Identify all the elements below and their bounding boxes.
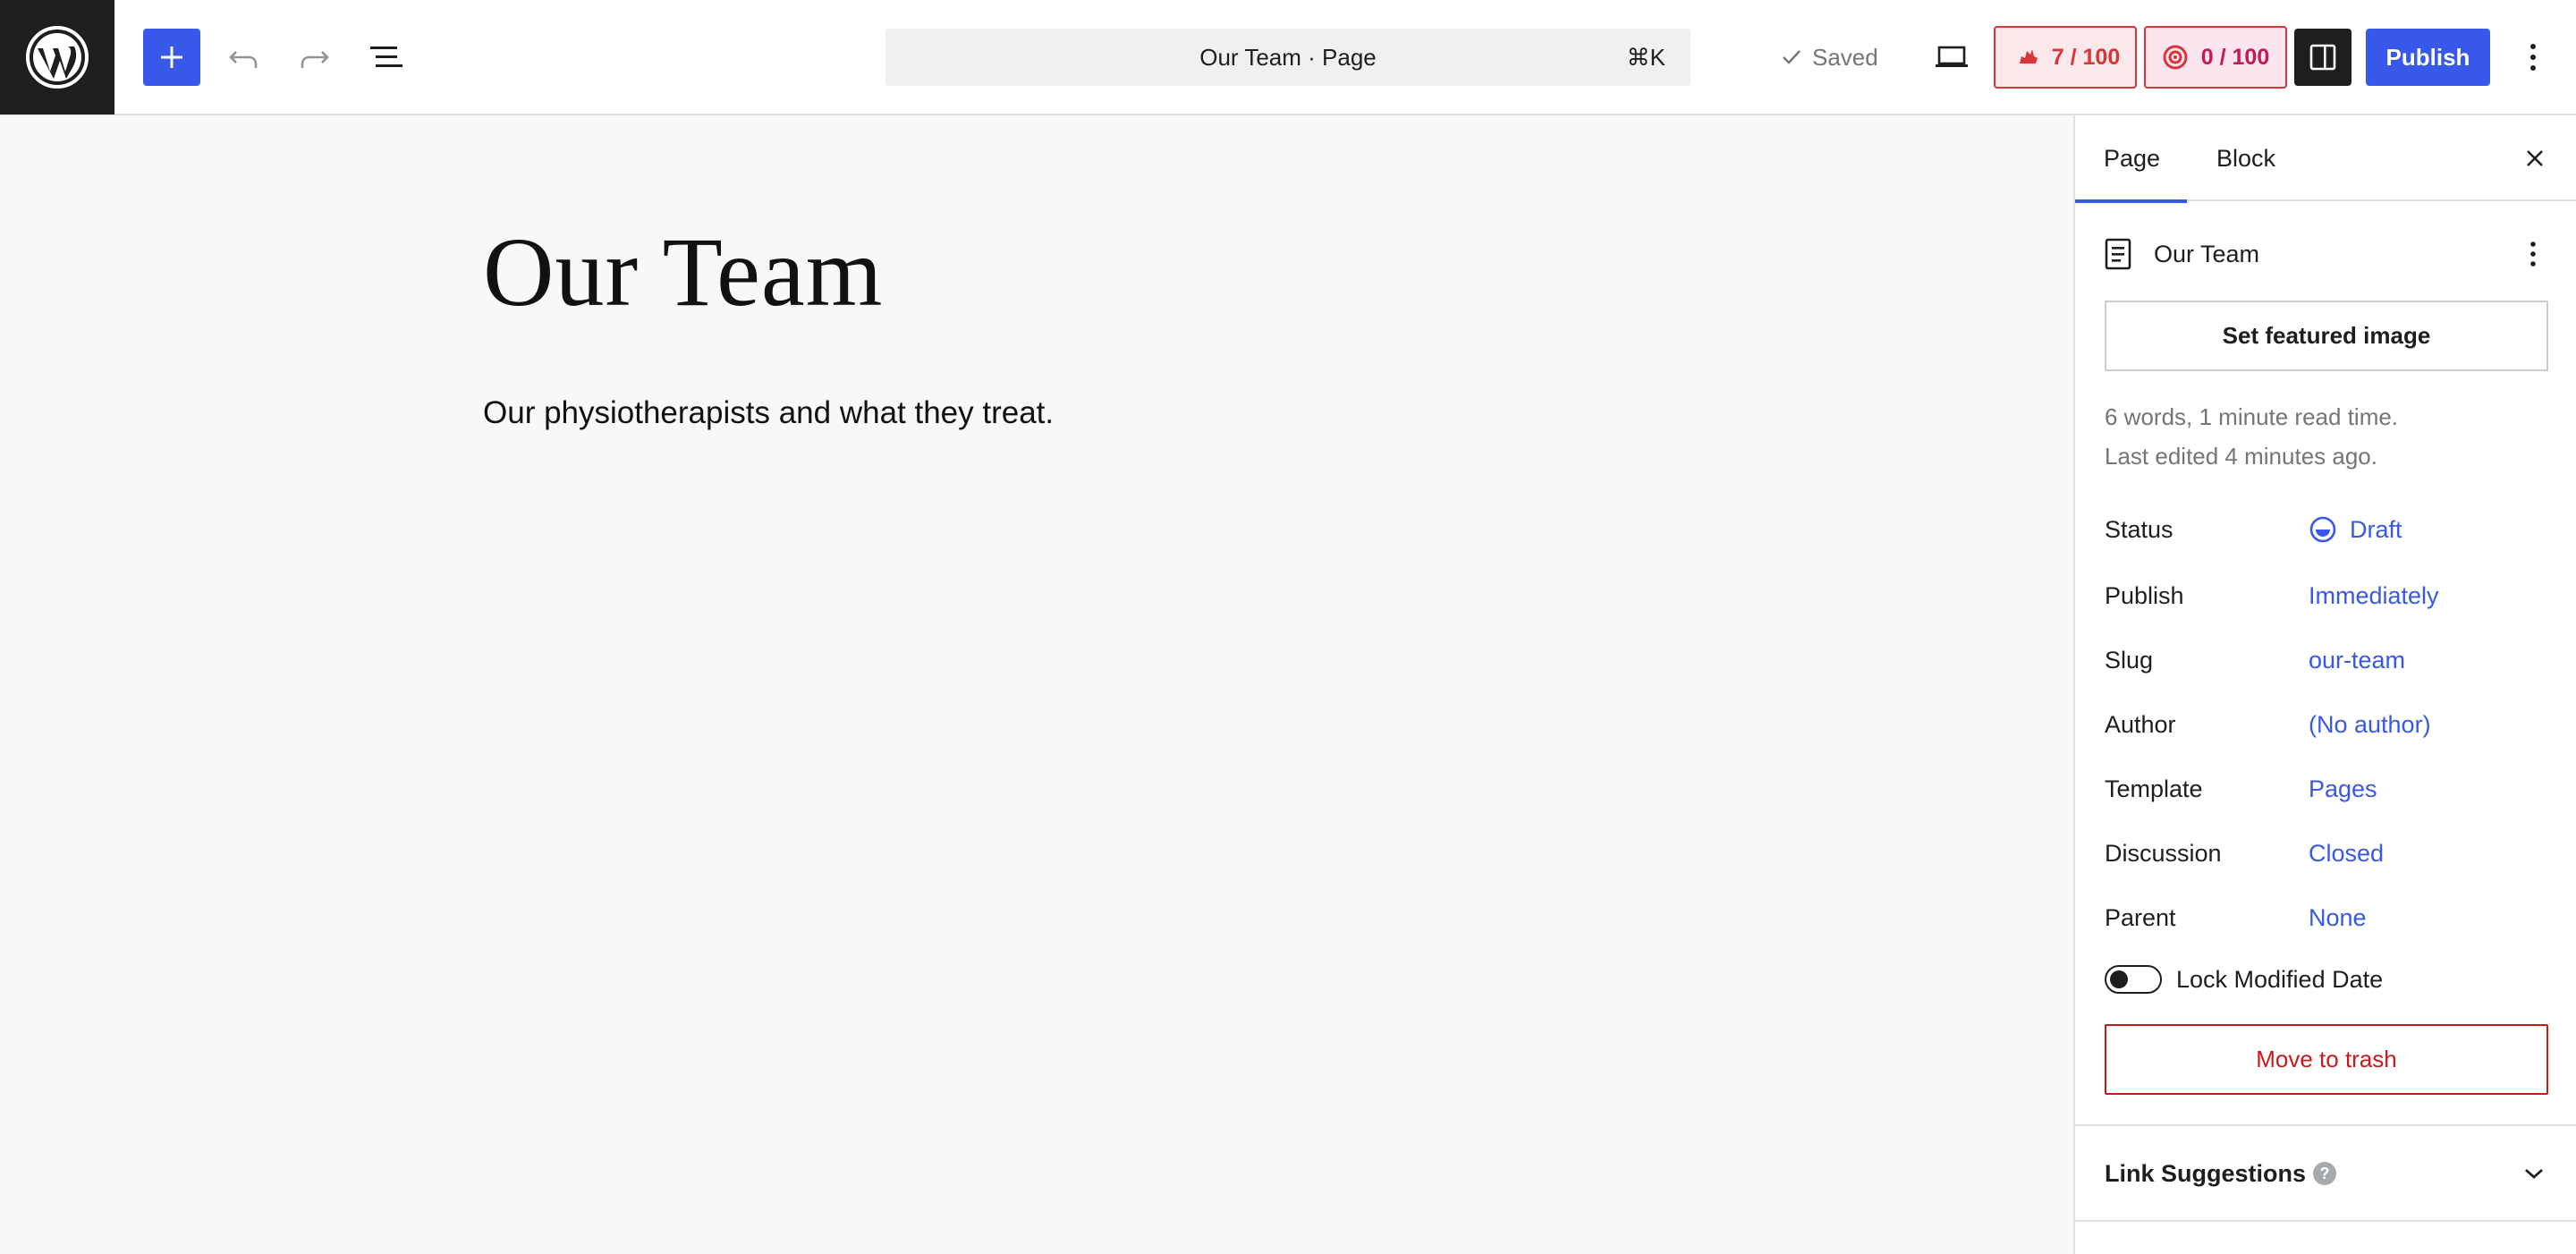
redo-button[interactable] xyxy=(286,29,343,86)
lock-modified-date-label: Lock Modified Date xyxy=(2176,965,2384,993)
seo-bars-icon xyxy=(2012,49,2038,64)
help-icon[interactable]: ? xyxy=(2313,1162,2337,1185)
document-overview-button[interactable] xyxy=(358,29,415,86)
paragraph-block[interactable]: Our physiotherapists and what they treat… xyxy=(483,395,1054,431)
publish-label: Publish xyxy=(2105,581,2184,609)
undo-button[interactable] xyxy=(215,29,272,86)
lock-modified-date-row: Lock Modified Date xyxy=(2105,957,2383,1002)
publish-button[interactable]: Publish xyxy=(2366,29,2490,86)
chevron-down-icon xyxy=(2516,1151,2552,1196)
status-value-button[interactable]: Draft xyxy=(2309,515,2402,544)
options-menu-button[interactable] xyxy=(2504,29,2562,86)
status-value: Draft xyxy=(2350,515,2402,543)
sidebar-tabs: Page Block xyxy=(2074,115,2576,203)
slug-label: Slug xyxy=(2105,646,2154,674)
slug-row: Slug our-team xyxy=(2105,638,2552,682)
editor-header: Our Team · Page ⌘K Saved 7 / 100 0 / 100 xyxy=(0,0,2576,115)
slug-button[interactable]: our-team xyxy=(2309,647,2405,674)
author-row: Author (No author) xyxy=(2105,702,2552,747)
readability-score-value: 0 / 100 xyxy=(2200,44,2270,70)
author-button[interactable]: (No author) xyxy=(2309,711,2431,739)
template-label: Template xyxy=(2105,775,2203,802)
add-block-button[interactable] xyxy=(143,29,200,86)
move-to-trash-button[interactable]: Move to trash xyxy=(2105,1024,2548,1095)
discussion-label: Discussion xyxy=(2105,839,2222,867)
preview-button[interactable] xyxy=(1923,29,1980,86)
template-button[interactable]: Pages xyxy=(2309,775,2377,803)
document-header: Our Team xyxy=(2104,232,2551,276)
settings-sidebar: Page Block Our Team Set featured image 6… xyxy=(2073,115,2576,1254)
settings-sidebar-toggle[interactable] xyxy=(2294,29,2351,86)
panel-divider xyxy=(2075,1124,2576,1126)
publish-date-button[interactable]: Immediately xyxy=(2309,582,2439,610)
saved-label: Saved xyxy=(1812,43,1878,71)
draft-status-icon xyxy=(2309,516,2336,543)
publish-row: Publish Immediately xyxy=(2105,573,2552,618)
link-suggestions-title: Link Suggestions xyxy=(2105,1159,2307,1187)
tab-page[interactable]: Page xyxy=(2074,115,2188,203)
discussion-button[interactable]: Closed xyxy=(2309,840,2384,868)
seo-score-button[interactable]: 7 / 100 xyxy=(1994,26,2137,89)
close-sidebar-button[interactable] xyxy=(2515,139,2555,178)
vertical-ellipsis-icon xyxy=(2530,241,2536,267)
command-bar-title: Our Team · Page xyxy=(1199,43,1377,71)
wordpress-logo-icon[interactable] xyxy=(0,0,114,114)
saved-status: Saved xyxy=(1780,29,1878,86)
sidebar-icon xyxy=(2309,44,2336,71)
parent-label: Parent xyxy=(2105,903,2176,931)
parent-button[interactable]: None xyxy=(2309,904,2367,932)
author-label: Author xyxy=(2105,710,2176,738)
set-featured-image-button[interactable]: Set featured image xyxy=(2105,301,2548,371)
readability-score-button[interactable]: 0 / 100 xyxy=(2144,26,2287,89)
tab-block[interactable]: Block xyxy=(2216,115,2275,201)
status-row: Status Draft xyxy=(2105,507,2552,552)
discussion-row: Discussion Closed xyxy=(2105,831,2552,876)
status-label: Status xyxy=(2105,515,2174,543)
template-row: Template Pages xyxy=(2105,767,2552,811)
lock-modified-date-toggle[interactable] xyxy=(2105,965,2162,994)
seo-score-value: 7 / 100 xyxy=(2051,44,2121,70)
page-icon xyxy=(2105,238,2131,270)
last-edited-text: Last edited 4 minutes ago. xyxy=(2105,443,2377,470)
redo-icon xyxy=(301,51,329,68)
post-title[interactable]: Our Team xyxy=(483,216,883,329)
check-icon xyxy=(1783,50,1801,64)
command-shortcut: ⌘K xyxy=(1626,43,1665,71)
desktop-preview-icon xyxy=(1936,46,1968,67)
document-actions-button[interactable] xyxy=(2515,232,2551,276)
panel-divider xyxy=(2075,1220,2576,1222)
command-palette-bar[interactable]: Our Team · Page ⌘K xyxy=(886,29,1690,86)
vertical-ellipsis-icon xyxy=(2530,44,2536,71)
undo-icon xyxy=(229,51,258,68)
word-count-text: 6 words, 1 minute read time. xyxy=(2105,403,2399,430)
parent-row: Parent None xyxy=(2105,895,2552,940)
document-title: Our Team xyxy=(2154,240,2260,267)
link-suggestions-panel-toggle[interactable]: Link Suggestions ? xyxy=(2105,1151,2552,1196)
readability-target-icon xyxy=(2163,45,2188,70)
plus-icon xyxy=(161,47,182,68)
close-icon xyxy=(2527,150,2543,166)
editor-canvas[interactable]: Our Team Our physiotherapists and what t… xyxy=(0,115,2073,1254)
list-view-icon xyxy=(370,47,402,67)
